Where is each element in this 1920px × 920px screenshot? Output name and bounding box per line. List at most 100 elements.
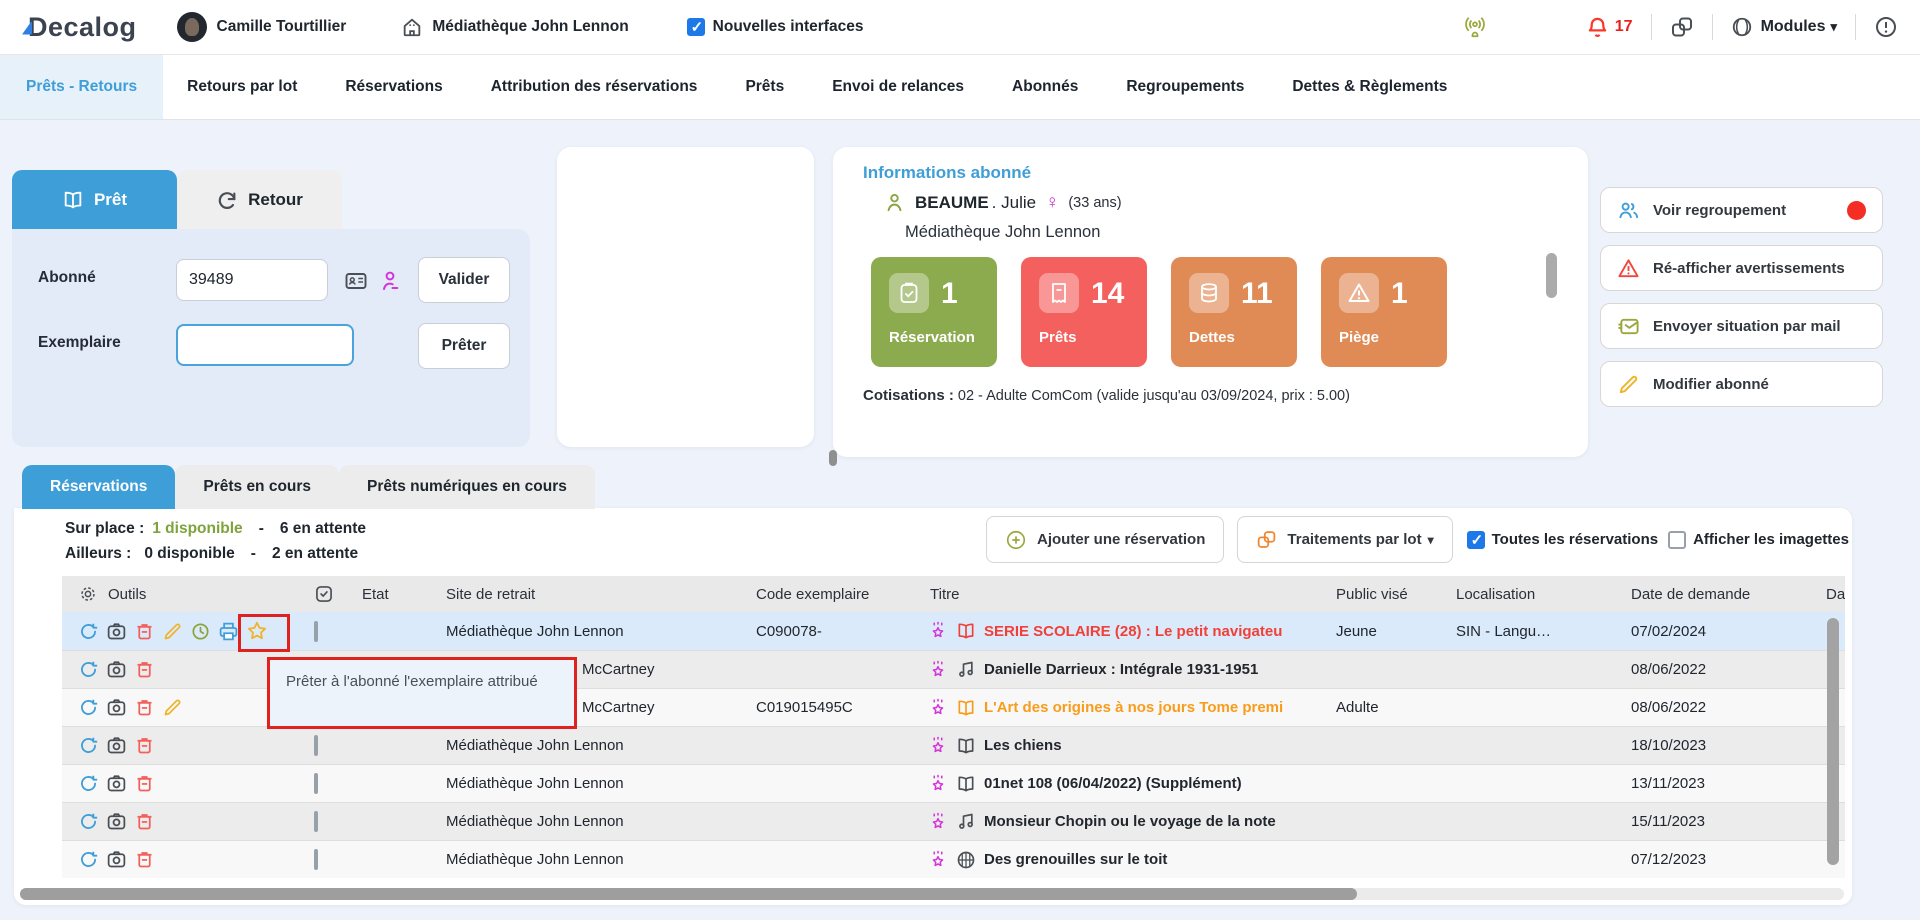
row-checkbox[interactable] [314,811,318,832]
renew-icon[interactable] [78,621,99,642]
modifier-abonne-button[interactable]: Modifier abonné [1600,361,1883,407]
renew-icon[interactable] [78,697,99,718]
nav-envoi-relances[interactable]: Envoi de relances [808,55,988,119]
tab-retour[interactable]: Retour [177,170,342,229]
receipt-icon [1047,281,1071,305]
cell-title[interactable]: Danielle Darrieux : Intégrale 1931-1951 [984,661,1258,678]
batch-actions-button[interactable]: Traitements par lot ▾ [1237,516,1452,563]
show-thumbnails-toggle[interactable]: Afficher les imagettes [1668,531,1849,549]
reafficher-avertissements-button[interactable]: Ré-afficher avertissements [1600,245,1883,291]
panel-scrollbar[interactable] [1546,253,1557,298]
nav-retours-par-lot[interactable]: Retours par lot [163,55,321,119]
cell-public: Adulte [1322,699,1442,716]
table-vertical-scrollbar[interactable] [1827,618,1839,865]
table-row[interactable]: Médiathèque John Lennon 01net 108 (06/04… [62,764,1845,802]
nav-regroupements[interactable]: Regroupements [1102,55,1268,119]
nav-abonnes[interactable]: Abonnés [988,55,1102,119]
abonne-input[interactable] [176,259,328,301]
nav-attribution-reservations[interactable]: Attribution des réservations [467,55,722,119]
gear-icon[interactable] [78,584,98,604]
trash-icon[interactable] [134,621,155,642]
camera-icon[interactable] [106,697,127,718]
camera-icon[interactable] [106,621,127,642]
clock-history-icon[interactable] [190,621,211,642]
ailleurs-label: Ailleurs : [65,545,131,563]
pencil-icon[interactable] [162,621,183,642]
select-all-checkbox-icon[interactable] [314,584,334,604]
cell-title[interactable]: L'Art des origines à nos jours Tome prem… [984,699,1283,716]
row-checkbox[interactable] [314,849,318,870]
renew-icon[interactable] [78,735,99,756]
new-interfaces-checkbox[interactable] [687,18,705,36]
tab-prets-en-cours[interactable]: Prêts en cours [175,465,339,509]
all-reservations-toggle[interactable]: Toutes les réservations [1467,531,1658,549]
table-row[interactable]: Médiathèque John Lennon Monsieur Chopin … [62,802,1845,840]
info-icon[interactable] [1874,15,1898,39]
user-avatar[interactable] [177,12,207,42]
person-minus-icon[interactable] [378,269,402,293]
stat-dettes[interactable]: 11 Dettes [1171,257,1297,367]
nav-prets-retours[interactable]: Prêts - Retours [0,55,163,119]
film-icon [956,850,976,870]
row-checkbox[interactable] [314,735,318,756]
row-checkbox[interactable] [314,621,318,642]
tooltip-text: Prêter à l'abonné l'exemplaire attribué [286,673,538,690]
trash-icon[interactable] [134,659,155,680]
pencil-icon[interactable] [162,697,183,718]
add-reservation-button[interactable]: Ajouter une réservation [986,516,1224,563]
renew-icon[interactable] [78,773,99,794]
renew-icon[interactable] [78,659,99,680]
preter-button[interactable]: Prêter [418,323,510,369]
trash-icon[interactable] [134,735,155,756]
notifications-button[interactable]: 17 [1586,16,1633,39]
header-public: Public visé [1322,586,1442,603]
cell-title[interactable]: Monsieur Chopin ou le voyage de la note [984,813,1276,830]
table-row[interactable]: Médiathèque John Lennon Des grenouilles … [62,840,1845,878]
trash-icon[interactable] [134,697,155,718]
valider-button[interactable]: Valider [418,257,510,303]
modules-menu[interactable]: Modules ▾ [1731,16,1837,38]
voir-regroupement-button[interactable]: Voir regroupement [1600,187,1883,233]
trash-icon[interactable] [134,773,155,794]
current-site[interactable]: Médiathèque John Lennon [401,16,628,38]
show-thumbnails-checkbox[interactable] [1668,531,1686,549]
cell-title[interactable]: Les chiens [984,737,1062,754]
tooltip: Prêter à l'abonné l'exemplaire attribué [267,657,577,729]
cell-title[interactable]: 01net 108 (06/04/2022) (Supplément) [984,775,1242,792]
rfid-antenna-icon[interactable] [1462,14,1488,40]
table-horizontal-scrollbar[interactable] [20,888,1357,900]
camera-icon[interactable] [106,849,127,870]
nav-prets[interactable]: Prêts [721,55,808,119]
exemplaire-input[interactable] [176,324,354,366]
new-interfaces-toggle[interactable]: Nouvelles interfaces [687,18,864,36]
envoyer-situation-button[interactable]: Envoyer situation par mail [1600,303,1883,349]
link-chain-icon[interactable] [1670,15,1694,39]
id-card-icon[interactable] [344,269,368,293]
table-row[interactable]: Médiathèque John Lennon C090078- SERIE S… [62,612,1845,650]
tab-prets-numeriques[interactable]: Prêts numériques en cours [339,465,595,509]
table-row[interactable]: Médiathèque John Lennon Les chiens 18/10… [62,726,1845,764]
all-reservations-checkbox[interactable] [1467,531,1485,549]
stat-reservation[interactable]: 1 Réservation [871,257,997,367]
tab-pret[interactable]: Prêt [12,170,177,229]
nav-dettes-reglements[interactable]: Dettes & Règlements [1268,55,1471,119]
nav-reservations[interactable]: Réservations [321,55,466,119]
stat-prets[interactable]: 14 Prêts [1021,257,1147,367]
stat-piege[interactable]: 1 Piège [1321,257,1447,367]
tab-reservations[interactable]: Réservations [22,465,175,509]
camera-icon[interactable] [106,811,127,832]
panel-scroll-dash[interactable] [829,450,837,466]
cell-title[interactable]: Des grenouilles sur le toit [984,851,1167,868]
row-checkbox[interactable] [314,773,318,794]
renew-icon[interactable] [78,849,99,870]
camera-icon[interactable] [106,773,127,794]
user-name[interactable]: Camille Tourtillier [217,18,347,36]
camera-icon[interactable] [106,735,127,756]
camera-icon[interactable] [106,659,127,680]
cell-title[interactable]: SERIE SCOLAIRE (28) : Le petit navigateu [984,623,1282,640]
trash-icon[interactable] [134,849,155,870]
printer-icon[interactable] [218,621,239,642]
trash-icon[interactable] [134,811,155,832]
stat-piege-count: 1 [1391,277,1408,311]
renew-icon[interactable] [78,811,99,832]
